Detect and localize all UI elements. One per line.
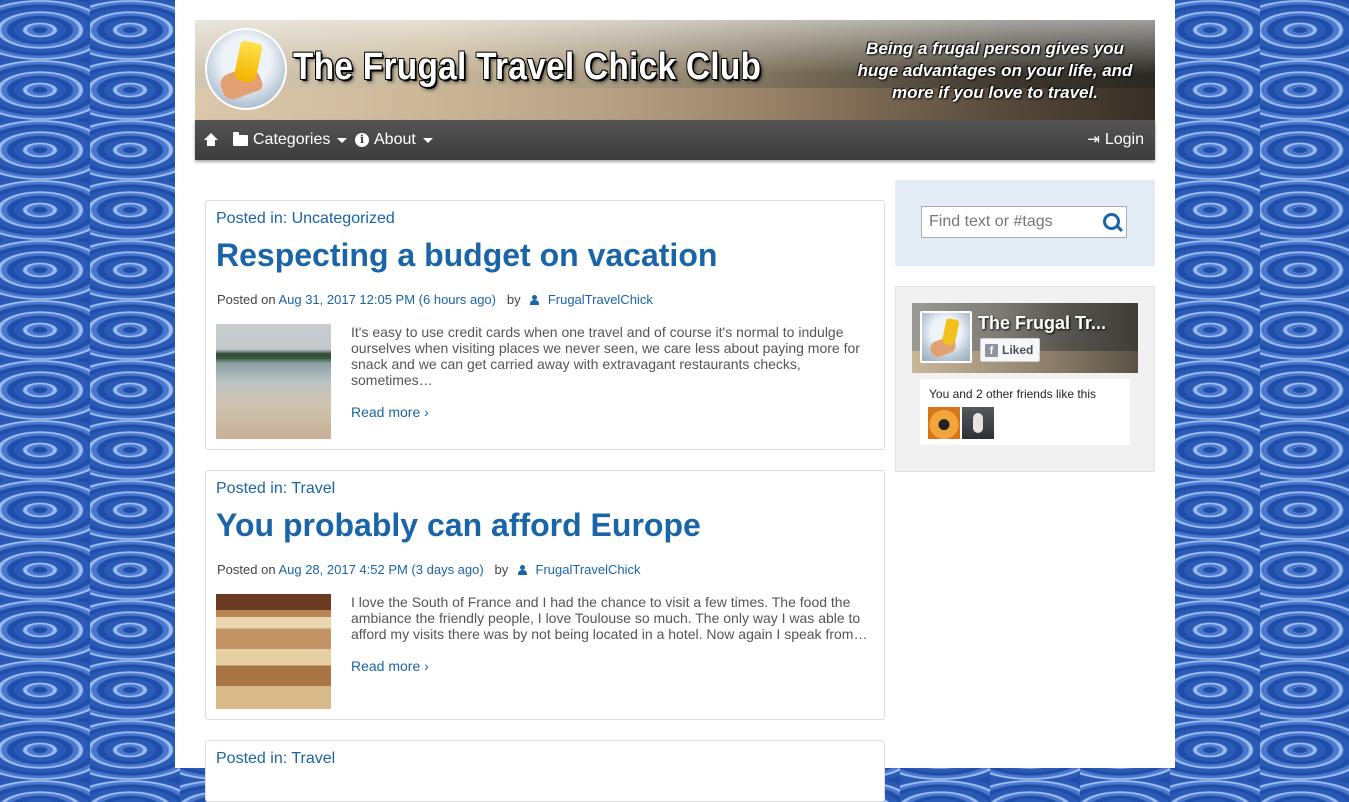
nav-login[interactable]: ⇥ Login [1087, 120, 1144, 160]
friend-avatar[interactable] [962, 407, 994, 439]
page-container: The Frugal Travel Chick Club Being a fru… [175, 0, 1175, 802]
read-more-link[interactable]: Read more › [351, 404, 429, 420]
facebook-friends-box: You and 2 other friends like this [920, 379, 1130, 445]
post-author-link[interactable]: FrugalTravelChick [548, 292, 653, 307]
facebook-page-name[interactable]: The Frugal Tr... [978, 313, 1106, 334]
nav-about[interactable]: i About [355, 120, 433, 160]
info-icon: i [355, 133, 369, 147]
post-category[interactable]: Posted in: Uncategorized [216, 210, 395, 228]
facebook-page-widget: The Frugal Tr... f Liked You and 2 other… [895, 286, 1155, 472]
header-banner: The Frugal Travel Chick Club Being a fru… [195, 20, 1155, 120]
site-tagline: Being a frugal person gives you huge adv… [857, 39, 1133, 102]
facebook-friends-text: You and 2 other friends like this [929, 387, 1096, 401]
home-icon [204, 133, 218, 147]
site-logo[interactable] [205, 28, 287, 110]
post-excerpt: I love the South of France and I had the… [351, 594, 868, 642]
post-title[interactable]: Respecting a budget on vacation [216, 237, 717, 274]
post-card: Posted in: Travel [205, 740, 885, 802]
post-date-link[interactable]: Aug 28, 2017 4:52 PM (3 days ago) [278, 562, 483, 577]
nav-categories[interactable]: Categories [233, 120, 348, 160]
search-icon[interactable] [1103, 213, 1123, 233]
post-excerpt: It's easy to use credit cards when one t… [351, 324, 860, 388]
search-input[interactable] [921, 206, 1127, 238]
post-date-link[interactable]: Aug 31, 2017 12:05 PM (6 hours ago) [278, 292, 496, 307]
post-category[interactable]: Posted in: Travel [216, 750, 335, 768]
facebook-cover[interactable]: The Frugal Tr... f Liked [912, 303, 1138, 373]
facebook-icon: f [985, 343, 998, 357]
folder-icon [233, 131, 248, 146]
nav-about-label: About [374, 131, 416, 148]
nav-categories-label: Categories [253, 131, 331, 148]
read-more-link[interactable]: Read more › [351, 658, 429, 674]
nav-login-label: Login [1104, 131, 1144, 148]
nav-home[interactable] [204, 120, 218, 160]
post-category[interactable]: Posted in: Travel [216, 480, 335, 498]
post-thumbnail[interactable] [216, 324, 331, 439]
facebook-page-avatar[interactable] [920, 311, 972, 363]
site-title[interactable]: The Frugal Travel Chick Club [293, 46, 761, 89]
post-meta: Posted on Aug 28, 2017 4:52 PM (3 days a… [217, 562, 641, 577]
sign-in-icon: ⇥ [1087, 131, 1100, 148]
post-thumbnail[interactable] [216, 594, 331, 709]
facebook-liked-button[interactable]: f Liked [980, 338, 1041, 362]
caret-down-icon [422, 137, 433, 143]
post-author-link[interactable]: FrugalTravelChick [536, 562, 641, 577]
post-title[interactable]: You probably can afford Europe [216, 507, 701, 544]
user-icon [517, 565, 527, 575]
post-card: Posted in: Uncategorized Respecting a bu… [205, 200, 885, 450]
search-panel [895, 180, 1155, 266]
main-navbar: Categories i About ⇥ Login [195, 120, 1155, 160]
user-icon [530, 295, 540, 305]
caret-down-icon [337, 137, 348, 143]
friend-avatar[interactable] [928, 407, 960, 439]
post-meta: Posted on Aug 31, 2017 12:05 PM (6 hours… [217, 292, 653, 307]
post-card: Posted in: Travel You probably can affor… [205, 470, 885, 720]
